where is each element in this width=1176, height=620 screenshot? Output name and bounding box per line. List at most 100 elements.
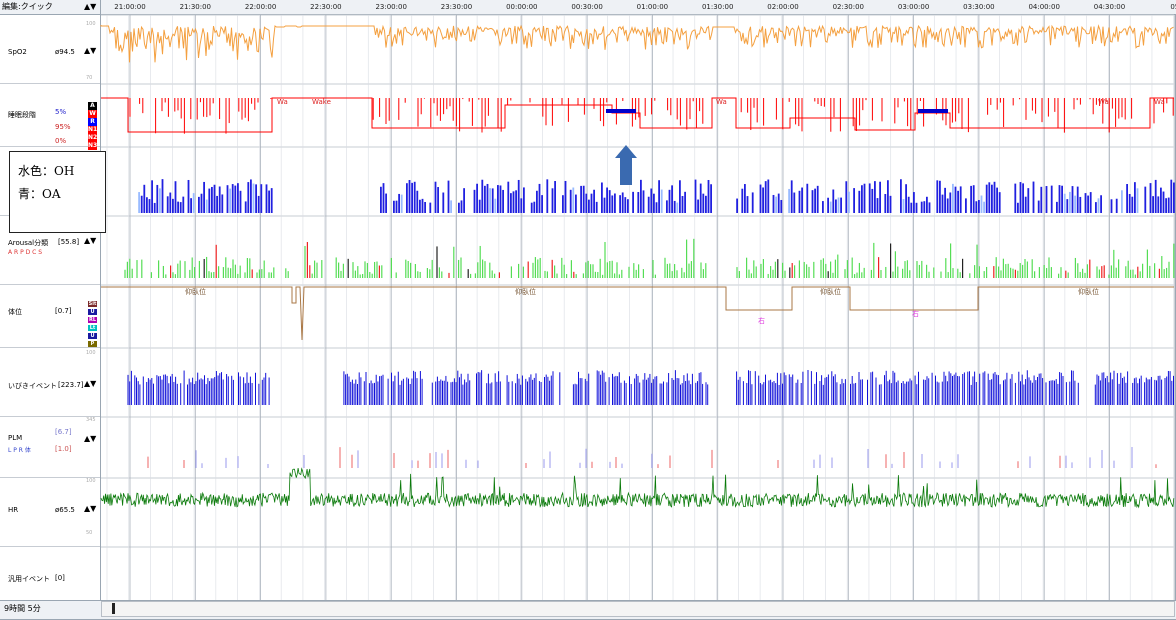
resp-event-bar	[676, 202, 679, 213]
resp-event-bar	[382, 183, 385, 213]
resp-event-bar	[153, 202, 156, 213]
resp-event-bar	[972, 185, 975, 213]
scrollbar-track[interactable]	[462, 605, 882, 613]
resp-event-bar	[1136, 188, 1139, 213]
resp-event-bar	[143, 184, 146, 213]
resp-event-bar	[1154, 179, 1157, 213]
resp-event-bar	[996, 187, 998, 213]
resp-event-bar	[1097, 198, 1100, 213]
resp-event-bar	[174, 181, 177, 213]
resp-event-bar	[928, 202, 931, 213]
resp-event-bar	[510, 193, 512, 213]
resp-event-bar	[1173, 182, 1175, 213]
resp-event-bar	[213, 184, 216, 213]
resp-event-bar	[887, 180, 889, 213]
scrollbar-thumb[interactable]	[112, 603, 115, 614]
wake-label: Wake	[312, 98, 331, 106]
resp-event-bar	[588, 199, 590, 213]
resp-event-bar	[614, 193, 616, 213]
resp-event-bar	[788, 188, 790, 213]
resp-event-bar	[536, 190, 538, 213]
resp-event-bar	[905, 184, 907, 213]
resp-event-bar	[647, 196, 650, 213]
horizontal-scrollbar[interactable]	[101, 601, 1175, 617]
resp-event-bar	[679, 180, 681, 213]
resp-event-bar	[601, 182, 603, 213]
resp-event-bar	[699, 183, 702, 213]
resp-event-bar	[1115, 198, 1118, 213]
resp-event-bar	[624, 197, 627, 213]
resp-event-bar	[247, 182, 250, 213]
resp-event-bar	[666, 200, 668, 213]
resp-event-bar	[489, 188, 491, 213]
resp-event-bar	[913, 192, 915, 213]
resp-event-bar	[985, 184, 988, 213]
resp-event-bar	[265, 184, 268, 213]
resp-event-bar	[148, 199, 151, 213]
resp-event-bar	[653, 193, 655, 213]
resp-event-bar	[1149, 183, 1152, 213]
resp-event-bar	[889, 195, 892, 213]
resp-event-bar	[255, 184, 257, 213]
resp-event-bar	[1014, 183, 1017, 213]
resp-event-bar	[1089, 192, 1092, 213]
resp-event-bar	[569, 189, 572, 213]
resp-event-bar	[1152, 196, 1154, 213]
resp-event-bar	[239, 190, 242, 213]
resp-event-bar	[671, 185, 673, 213]
resp-event-bar	[863, 183, 866, 213]
resp-event-bar	[816, 185, 819, 213]
resp-event-bar	[1024, 196, 1027, 213]
resp-event-bar	[751, 192, 754, 213]
resp-event-bar	[900, 179, 902, 213]
resp-event-bar	[767, 179, 770, 213]
resp-event-bar	[915, 202, 918, 213]
resp-event-bar	[954, 186, 957, 213]
resp-event-bar	[871, 188, 874, 213]
resp-event-bar	[146, 197, 148, 213]
resp-event-bar	[593, 189, 595, 213]
resp-event-bar	[580, 185, 582, 213]
resp-event-bar	[179, 202, 182, 213]
resp-event-bar	[941, 194, 944, 213]
resp-event-bar	[835, 199, 837, 213]
position-trace	[101, 286, 1174, 341]
resp-event-bar	[1019, 182, 1022, 213]
resp-event-bar	[208, 188, 211, 213]
position-label: 仰臥位	[185, 287, 206, 296]
resp-event-bar	[741, 188, 744, 213]
resp-event-bar	[744, 184, 746, 213]
resp-event-bar	[447, 180, 450, 213]
resp-event-bar	[1131, 196, 1134, 213]
resp-event-bar	[400, 194, 403, 213]
signal-plot-area[interactable]: Wa Wake Wa Wa Wa仰臥位 仰臥位 仰臥位 仰臥位右右	[0, 0, 1176, 600]
resp-event-bar	[705, 195, 707, 213]
resp-event-bar	[702, 193, 705, 213]
resp-event-bar	[1128, 194, 1131, 213]
resp-event-bar	[211, 186, 213, 213]
resp-event-bar	[159, 188, 161, 213]
resp-event-bar	[970, 185, 972, 213]
resp-event-bar	[923, 201, 926, 213]
resp-event-bar	[192, 193, 195, 213]
resp-event-bar	[520, 198, 523, 213]
resp-event-bar	[234, 185, 237, 213]
resp-event-bar	[845, 181, 848, 213]
resp-event-bar	[512, 191, 515, 213]
resp-event-bar	[777, 193, 780, 213]
resp-event-bar	[437, 187, 439, 213]
resp-event-bar	[218, 186, 221, 213]
resp-event-bar	[993, 181, 996, 213]
resp-event-bar	[499, 185, 502, 213]
resp-event-bar	[684, 191, 686, 213]
resp-event-bar	[764, 181, 767, 213]
resp-event-bar	[237, 183, 239, 213]
resp-event-bar	[541, 195, 543, 213]
resp-event-bar	[806, 183, 809, 213]
resp-event-bar	[177, 201, 179, 213]
resp-event-bar	[798, 190, 801, 213]
recording-duration: 9時間 5分	[4, 604, 41, 613]
resp-event-bar	[975, 201, 978, 213]
resp-event-bar	[861, 185, 863, 213]
resp-event-bar	[221, 194, 224, 213]
